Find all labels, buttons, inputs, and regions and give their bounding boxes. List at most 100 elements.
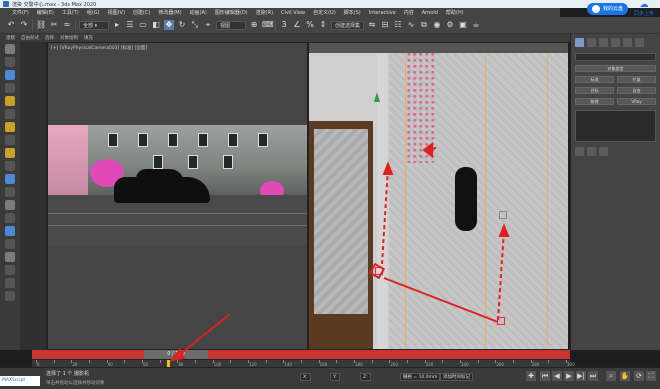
modify-tab-icon[interactable] (587, 38, 596, 47)
geometry-tool-icon[interactable] (5, 213, 15, 223)
link-icon[interactable]: ⛓ (36, 20, 46, 30)
named-selection-set-dropdown[interactable]: 创建选择集 (331, 20, 365, 30)
cmd-btn-3[interactable]: 自由 (617, 87, 656, 94)
layer-explorer-icon[interactable]: ☷ (393, 20, 403, 30)
menu-item-12[interactable]: 脚本(S) (344, 9, 361, 16)
menu-item-14[interactable]: 内容 (404, 9, 414, 16)
cmd-btn-0[interactable]: 标准 (575, 76, 614, 83)
select-object-icon[interactable]: ▸ (112, 20, 122, 30)
select-and-place-icon[interactable]: ⌖ (203, 20, 213, 30)
light-tool-icon[interactable] (5, 96, 15, 106)
display-tool-icon[interactable] (5, 57, 15, 67)
spinner-snap-icon[interactable]: ⇕ (318, 20, 328, 30)
pan-view-icon[interactable]: ✋ (620, 371, 630, 381)
snaps-toggle-icon[interactable]: 3 (279, 20, 289, 30)
menu-item-0[interactable]: 文件(F) (12, 9, 29, 16)
rectangular-selection-icon[interactable]: ▭ (138, 20, 148, 30)
motion-tab-icon[interactable] (611, 38, 620, 47)
curve-editor-icon[interactable]: ∿ (406, 20, 416, 30)
maxscript-listener[interactable]: MAXScript (0, 376, 40, 386)
material-editor-icon[interactable]: ◉ (432, 20, 442, 30)
ribbon-tab-1[interactable]: 自由形式 (21, 35, 39, 41)
viewport-label[interactable]: [+] [VRayPhysicalCamera003] [标准] [边面] (51, 45, 147, 51)
cmd-btn-1[interactable]: 扩展 (617, 76, 656, 83)
menu-item-3[interactable]: 组(G) (87, 9, 100, 16)
mirror-icon[interactable]: ⇋ (367, 20, 377, 30)
menu-item-4[interactable]: 视图(V) (108, 9, 125, 16)
keyframe-marker[interactable] (167, 360, 170, 367)
z-coordinate-field[interactable]: Z: (360, 373, 371, 381)
time-slider[interactable]: 0 / 100 (32, 350, 570, 359)
bind-space-warp-icon[interactable]: ≈ (62, 20, 72, 30)
render-setup-icon[interactable]: ⚙ (445, 20, 455, 30)
select-and-rotate-icon[interactable]: ↻ (177, 20, 187, 30)
menu-item-5[interactable]: 创建(C) (133, 9, 150, 16)
time-slider-thumb[interactable]: 0 / 100 (144, 350, 208, 359)
go-to-end-icon[interactable]: ⏭ (588, 371, 598, 381)
show-end-result-icon[interactable] (587, 147, 596, 156)
orbit-icon[interactable]: ⟳ (634, 371, 644, 381)
play-icon[interactable]: ▶ (564, 371, 574, 381)
bone-tool-icon[interactable] (5, 174, 15, 184)
reference-coordinate-dropdown[interactable]: 视图 (216, 20, 246, 30)
ribbon-tab-0[interactable]: 建模 (6, 35, 15, 41)
menu-item-15[interactable]: Arnold (422, 10, 438, 16)
track-bar[interactable]: 0 20 40 60 80 100 120 140 160 180 200 220 240 260 280 3… (32, 359, 575, 367)
scene-explorer-strip[interactable] (20, 42, 47, 350)
maximize-viewport-icon[interactable]: ⛶ (646, 371, 656, 381)
filter-tool-icon[interactable] (5, 265, 15, 275)
menu-item-6[interactable]: 修改器(M) (158, 9, 181, 16)
select-and-move-icon[interactable]: ✥ (164, 20, 174, 30)
undo-icon[interactable]: ↶ (6, 20, 16, 30)
go-to-start-icon[interactable]: ⏮ (540, 371, 550, 381)
zoom-viewport-icon[interactable]: ⌕ (606, 371, 616, 381)
pivot-center-icon[interactable]: ⊕ (249, 20, 259, 30)
keyboard-shortcut-override-icon[interactable]: ⌨ (262, 20, 274, 30)
group-tool-icon[interactable] (5, 161, 15, 171)
cmd-btn-5[interactable]: VRay (617, 98, 656, 105)
schematic-view-icon[interactable]: ⧉ (419, 20, 429, 30)
menu-item-11[interactable]: 自定义(U) (313, 9, 336, 16)
redo-icon[interactable]: ↷ (19, 20, 29, 30)
camera-viewport[interactable]: [+] [VRayPhysicalCamera003] [标准] [边面] (47, 42, 308, 350)
ribbon-tab-4[interactable]: 填充 (84, 35, 93, 41)
create-tab-icon[interactable] (575, 38, 584, 47)
car-top-view[interactable] (455, 167, 477, 231)
menu-item-1[interactable]: 编辑(E) (37, 9, 54, 16)
x-coordinate-field[interactable]: X: (300, 373, 311, 381)
y-coordinate-field[interactable]: Y: (330, 373, 340, 381)
window-crossing-icon[interactable]: ◧ (151, 20, 161, 30)
particle-tool-icon[interactable] (5, 226, 15, 236)
select-and-scale-icon[interactable]: ⤡ (190, 20, 200, 30)
cmd-btn-4[interactable]: 物理 (575, 98, 614, 105)
percent-snap-icon[interactable]: % (305, 20, 315, 30)
menu-item-7[interactable]: 动画(A) (190, 9, 207, 16)
ribbon-tab-2[interactable]: 选择 (45, 35, 54, 41)
angle-snap-icon[interactable]: ∠ (292, 20, 302, 30)
target-helper[interactable] (499, 211, 507, 219)
sort-tool-icon[interactable] (5, 278, 15, 288)
menu-item-16[interactable]: 帮助(H) (446, 9, 464, 16)
menu-item-9[interactable]: 渲染(R) (256, 9, 273, 16)
utilities-tab-icon[interactable] (635, 38, 644, 47)
make-unique-icon[interactable] (599, 147, 608, 156)
unlink-icon[interactable]: ✂ (49, 20, 59, 30)
next-frame-icon[interactable]: ▶| (576, 371, 586, 381)
lock-tool-icon[interactable] (5, 122, 15, 132)
rendered-frame-window-icon[interactable]: ▣ (458, 20, 468, 30)
add-time-tag-button[interactable]: 添加时间标记 (440, 373, 473, 381)
menu-item-2[interactable]: 工具(T) (62, 9, 79, 16)
previous-frame-icon[interactable]: ◀ (552, 371, 562, 381)
object-name-field[interactable] (575, 53, 656, 61)
key-mode-icon[interactable]: ✚ (526, 371, 536, 381)
hide-tool-icon[interactable] (5, 135, 15, 145)
menu-item-10[interactable]: Civil View (281, 10, 305, 16)
top-viewport[interactable] (308, 42, 569, 350)
space-warp-tool-icon[interactable] (5, 187, 15, 197)
ribbon-tab-3[interactable]: 对象绘制 (60, 35, 78, 41)
cmd-btn-2[interactable]: 目标 (575, 87, 614, 94)
shape-tool-icon[interactable] (5, 200, 15, 210)
select-tool-icon[interactable] (5, 44, 15, 54)
select-by-name-icon[interactable]: ☰ (125, 20, 135, 30)
cloud-sync-button[interactable]: ☁ 同步上传 (634, 1, 654, 18)
